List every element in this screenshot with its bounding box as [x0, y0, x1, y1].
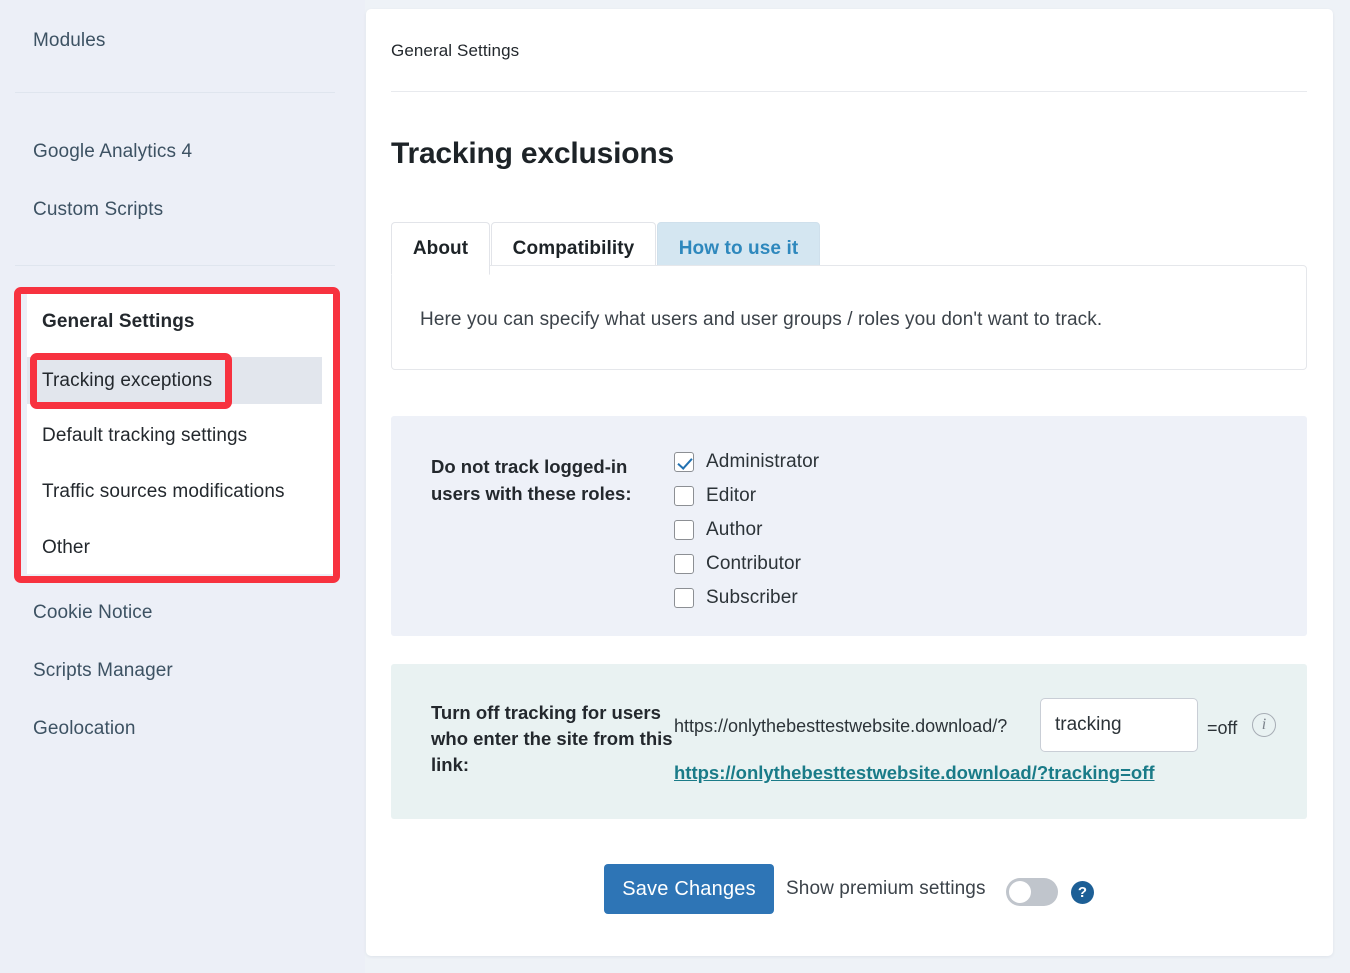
tracking-link-section: Turn off tracking for users who enter th…: [391, 664, 1307, 819]
sidebar-item-google-analytics-4[interactable]: Google Analytics 4: [33, 141, 192, 163]
roles-section: Do not track logged-in users with these …: [391, 416, 1307, 636]
checkbox-subscriber[interactable]: [674, 588, 694, 608]
sidebar-item-default-tracking-settings[interactable]: Default tracking settings: [42, 425, 247, 447]
breadcrumb: General Settings: [391, 41, 520, 60]
sidebar-divider-2: [15, 265, 335, 266]
tab-panel-about: Here you can specify what users and user…: [391, 265, 1307, 370]
checkbox-author[interactable]: [674, 520, 694, 540]
tracking-link-preview[interactable]: https://onlythebesttestwebsite.download/…: [674, 762, 1155, 784]
tab-panel-description: Here you can specify what users and user…: [420, 309, 1103, 330]
tab-about[interactable]: About: [391, 222, 490, 275]
sidebar-divider-1: [15, 92, 335, 93]
save-changes-button[interactable]: Save Changes: [604, 864, 774, 914]
sidebar-item-scripts-manager[interactable]: Scripts Manager: [33, 660, 173, 682]
sidebar-group-title: General Settings: [42, 311, 195, 332]
sidebar-item-traffic-sources-modifications[interactable]: Traffic sources modifications: [42, 481, 285, 503]
sidebar-item-other[interactable]: Other: [42, 537, 90, 559]
info-icon[interactable]: i: [1252, 713, 1276, 737]
sidebar-item-custom-scripts[interactable]: Custom Scripts: [33, 199, 163, 221]
page-title: Tracking exclusions: [391, 137, 674, 170]
main-panel: General Settings Tracking exclusions Abo…: [366, 9, 1333, 956]
role-row-editor[interactable]: Editor: [674, 485, 756, 507]
tracking-parameter-input[interactable]: [1040, 698, 1198, 752]
checkbox-administrator[interactable]: [674, 452, 694, 472]
role-label-contributor: Contributor: [706, 553, 802, 574]
role-row-subscriber[interactable]: Subscriber: [674, 587, 798, 609]
url-prefix-text: https://onlythebesttestwebsite.download/…: [674, 716, 1008, 736]
sidebar: Modules Google Analytics 4 Custom Script…: [0, 0, 365, 973]
sidebar-item-cookie-notice[interactable]: Cookie Notice: [33, 602, 153, 624]
premium-settings-toggle[interactable]: [1006, 878, 1058, 906]
checkbox-contributor[interactable]: [674, 554, 694, 574]
settings-page: Modules Google Analytics 4 Custom Script…: [0, 0, 1350, 973]
premium-settings-label: Show premium settings: [786, 878, 986, 899]
header-divider: [391, 91, 1307, 92]
role-label-editor: Editor: [706, 485, 757, 506]
sidebar-item-geolocation[interactable]: Geolocation: [33, 718, 136, 740]
role-label-author: Author: [706, 519, 763, 540]
checkbox-editor[interactable]: [674, 486, 694, 506]
role-row-author[interactable]: Author: [674, 519, 763, 541]
role-row-administrator[interactable]: Administrator: [674, 451, 819, 473]
roles-section-label: Do not track logged-in users with these …: [431, 456, 632, 504]
role-label-administrator: Administrator: [706, 451, 820, 472]
role-row-contributor[interactable]: Contributor: [674, 553, 801, 575]
role-label-subscriber: Subscriber: [706, 587, 798, 608]
tracking-link-label: Turn off tracking for users who enter th…: [431, 702, 673, 775]
sidebar-item-tracking-exceptions[interactable]: Tracking exceptions: [42, 370, 212, 392]
toggle-knob: [1009, 881, 1031, 903]
url-suffix-text: =off: [1207, 718, 1238, 738]
help-icon[interactable]: ?: [1071, 881, 1094, 904]
sidebar-item-modules[interactable]: Modules: [33, 30, 106, 52]
